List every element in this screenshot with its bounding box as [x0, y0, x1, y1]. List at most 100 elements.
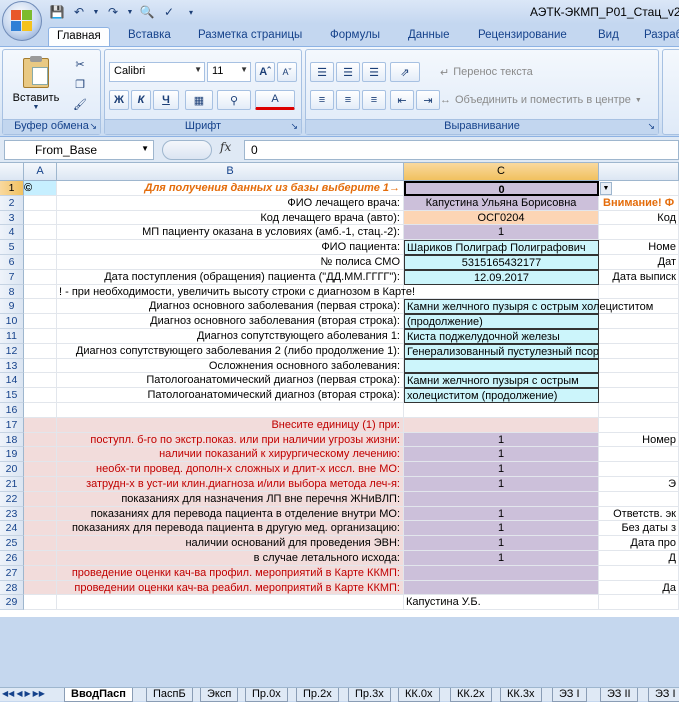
cell-d[interactable]	[599, 491, 679, 507]
cell-d[interactable]	[599, 388, 679, 403]
cell-d[interactable]: Дата про	[599, 536, 679, 551]
cell-d[interactable]	[599, 403, 679, 418]
cell-c[interactable]: (продолжение)	[404, 314, 599, 329]
cell-a[interactable]	[24, 417, 57, 433]
cell-b[interactable]: Внесите единицу (1) при:	[57, 417, 404, 433]
row-header[interactable]: 4	[0, 225, 24, 241]
cell-d[interactable]	[599, 417, 679, 433]
cell-b[interactable]: № полиса СМО	[57, 255, 404, 270]
cell-b[interactable]: наличии показаний к хирургическому лечен…	[57, 447, 404, 463]
cell-a[interactable]	[24, 373, 57, 389]
cell-d[interactable]	[599, 284, 679, 300]
wrap-text-button[interactable]: ↵ Перенос текста	[440, 62, 556, 82]
cell-d[interactable]: Д	[599, 551, 679, 566]
row-header[interactable]: 28	[0, 580, 24, 596]
row-header[interactable]: 2	[0, 195, 24, 211]
cell-a[interactable]	[24, 284, 57, 300]
select-all-corner[interactable]	[0, 163, 24, 181]
sheet-tab[interactable]: Пр.2х	[296, 688, 339, 702]
cell-a[interactable]	[24, 343, 57, 359]
first-sheet-icon[interactable]: ◀◀	[2, 689, 14, 698]
cell-c[interactable]: 1	[404, 462, 599, 477]
cell-a[interactable]	[24, 551, 57, 566]
cell-c[interactable]	[404, 403, 599, 418]
cell-a[interactable]: ©	[24, 181, 57, 196]
cell-c[interactable]	[404, 580, 599, 596]
cell-d[interactable]	[599, 595, 679, 611]
sheet-tab[interactable]: ПаспБ	[146, 688, 193, 702]
tab-data[interactable]: Данные	[400, 27, 458, 46]
cell-b[interactable]: наличии оснований для проведения ЭВН:	[57, 536, 404, 551]
spellcheck-icon[interactable]: ✓	[160, 3, 178, 21]
spreadsheet-grid[interactable]: A B C 1 © Для получения данных из базы выб…	[0, 163, 679, 617]
column-header-c[interactable]: C	[404, 163, 599, 181]
font-name-combo[interactable]: Calibri ▼	[109, 62, 205, 82]
align-left-icon[interactable]: ≡	[310, 90, 334, 110]
copy-icon[interactable]: ❐	[71, 76, 89, 92]
cell-c[interactable]: 1	[404, 506, 599, 522]
cell-c[interactable]: Шариков Полиграф Полиграфович	[404, 240, 599, 255]
row-header[interactable]: 5	[0, 240, 24, 255]
align-top-icon[interactable]: ☰	[310, 62, 334, 82]
sheet-tab[interactable]: ЭЗ I	[552, 688, 587, 702]
undo-icon[interactable]: ↶	[70, 3, 88, 21]
row-header[interactable]: 10	[0, 314, 24, 329]
prev-sheet-icon[interactable]: ◀	[16, 689, 22, 698]
sheet-tab[interactable]: КК.2х	[450, 688, 492, 702]
row-header[interactable]: 21	[0, 477, 24, 492]
cell-d[interactable]	[599, 358, 679, 374]
cell-b[interactable]: ! - при необходимости, увеличить высоту …	[57, 284, 415, 300]
cell-d[interactable]	[599, 225, 679, 241]
borders-icon[interactable]: ▦	[185, 90, 213, 110]
cell-c[interactable]	[404, 565, 599, 581]
cell-b[interactable]: Дата поступления (обращения) пациента ("…	[57, 269, 404, 285]
row-header[interactable]: 29	[0, 595, 24, 611]
cell-b[interactable]	[57, 403, 404, 418]
cell-a[interactable]	[24, 314, 57, 329]
column-header-d[interactable]	[599, 163, 679, 181]
cell-a[interactable]	[24, 210, 57, 226]
decrease-indent-icon[interactable]: ⇤	[390, 90, 414, 110]
cell-b[interactable]: необх-ти провед. дополн-х сложных и длит…	[57, 462, 404, 477]
cell-c[interactable]	[404, 417, 599, 433]
row-header[interactable]: 20	[0, 462, 24, 477]
sheet-tab[interactable]: КК.0х	[398, 688, 440, 702]
sheet-tab[interactable]: ЭЗ II	[600, 688, 638, 702]
cell-c[interactable]: 1	[404, 521, 599, 537]
cell-b[interactable]: показаниях для перевода пациента в отдел…	[57, 506, 404, 522]
underline-button[interactable]: Ч	[153, 90, 179, 110]
cell-d[interactable]: Номе	[599, 240, 679, 255]
cell-b[interactable]: Диагноз основного заболевания (первая ст…	[57, 299, 404, 315]
cell-b[interactable]: Диагноз сопутствующего заболевания 2 (ли…	[57, 343, 404, 359]
row-header[interactable]: 1	[0, 181, 24, 196]
cell-b[interactable]: показаниях для назначения ЛП вне перечня…	[57, 491, 404, 507]
cell-b[interactable]: Код лечащего врача (авто):	[57, 210, 404, 226]
cell-a[interactable]	[24, 462, 57, 477]
customize-qat-icon[interactable]: ▾	[182, 3, 200, 21]
row-header[interactable]: 11	[0, 329, 24, 344]
office-button[interactable]	[2, 1, 42, 41]
insert-function-icon[interactable]: fx	[220, 140, 242, 160]
cell-c[interactable]: Камни желчного пузыря с острым холецисти…	[404, 299, 653, 315]
cell-c[interactable]: 1	[404, 225, 599, 241]
row-header[interactable]: 14	[0, 373, 24, 389]
row-header[interactable]: 8	[0, 284, 24, 300]
cell-a[interactable]	[24, 255, 57, 270]
sheet-tab[interactable]: Пр.0х	[245, 688, 288, 702]
cell-a[interactable]	[24, 580, 57, 596]
cell-a[interactable]	[24, 432, 57, 448]
tab-developer[interactable]: Разраб	[636, 27, 679, 46]
cell-c[interactable]: 1	[404, 551, 599, 566]
cell-a[interactable]	[24, 329, 57, 344]
cell-b[interactable]: в случае летального исхода:	[57, 551, 404, 566]
active-cell-c1[interactable]: 0	[404, 181, 599, 196]
cell-a[interactable]	[24, 388, 57, 403]
cell-a[interactable]	[24, 240, 57, 255]
align-center-icon[interactable]: ≡	[336, 90, 360, 110]
row-header[interactable]: 23	[0, 506, 24, 522]
print-preview-icon[interactable]: 🔍	[138, 3, 156, 21]
row-header[interactable]: 26	[0, 551, 24, 566]
cell-d[interactable]	[599, 373, 679, 389]
cell-b[interactable]: поступл. б-го по экстр.показ. или при на…	[57, 432, 404, 448]
tab-view[interactable]: Вид	[590, 27, 627, 46]
